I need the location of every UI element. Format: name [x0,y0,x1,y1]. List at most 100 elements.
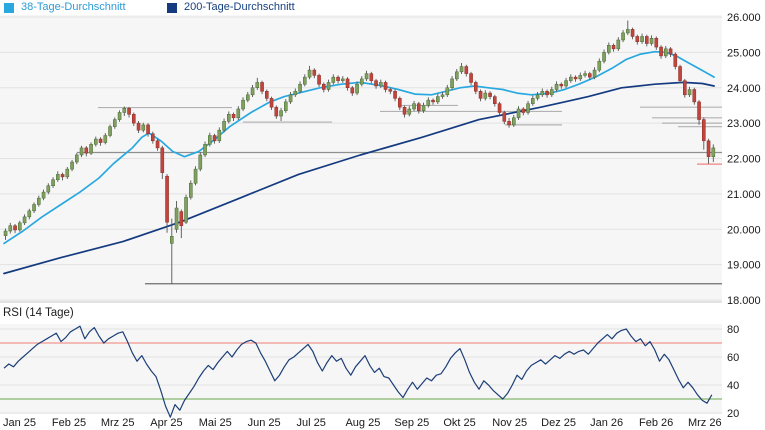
candle-body [227,114,230,121]
candle-body [104,136,107,143]
candle-body [194,169,197,183]
candle-body [679,67,682,81]
candle-body [322,84,325,89]
candle-body [284,102,287,111]
candle-body [389,90,392,92]
candle-body [650,38,653,43]
candle-body [531,98,534,103]
candle-body [9,226,12,231]
candle-body [479,91,482,98]
candle-body [683,81,686,95]
candle-body [707,141,710,157]
candle-body [23,217,26,223]
candle-body [460,67,463,72]
candle-body [536,95,539,99]
candle-body [341,79,344,81]
month-axis-label: Mrz 25 [101,417,135,429]
candle-body [52,180,55,186]
candle-body [503,113,506,122]
month-axis-label: Sep 25 [394,417,429,429]
candle-body [484,93,487,98]
candle-body [308,70,311,77]
candle-body [218,130,221,141]
candle-body [579,75,582,79]
candle-body [80,148,83,155]
candle-body [512,118,515,125]
candle-body [256,82,259,87]
candle-body [622,33,625,40]
candle-body [664,49,667,56]
candle-body [66,169,69,177]
candle-body [641,36,644,41]
candle-body [280,111,283,116]
candle-body [655,38,658,47]
candle-body [408,109,411,114]
candle-body [166,176,169,222]
month-axis-label: Apr 25 [150,417,182,429]
candle-body [550,90,553,95]
candle-body [693,90,696,102]
candle-body [712,148,715,157]
candle-body [370,74,373,81]
candle-body [626,29,629,33]
candle-body [493,97,496,104]
candle-body [546,91,549,95]
price-axis-label: 19.000 [727,260,761,272]
candle-body [417,104,420,111]
price-axis-label: 23.000 [727,118,761,130]
candle-body [109,127,112,136]
candle-body [470,74,473,83]
candle-body [90,144,93,153]
candle-body [427,100,430,105]
candle-body [413,104,416,109]
candle-body [185,197,188,222]
candle-body [223,121,226,130]
candle-body [541,91,544,95]
candle-body [446,88,449,95]
candle-body [204,144,207,155]
candle-body [61,174,64,176]
candle-body [522,109,525,113]
candle-body [237,109,240,118]
price-axis-label: 20.000 [727,224,761,236]
candle-body [113,120,116,127]
candle-body [584,74,587,76]
candle-body [132,114,135,123]
month-axis-label: Feb 25 [52,417,86,429]
candle-body [351,88,354,93]
candle-body [42,192,45,198]
month-axis-label: Mai 25 [199,417,232,429]
candle-body [517,109,520,118]
rsi-axis-label: 20 [727,408,739,420]
candle-body [28,211,31,217]
candle-body [85,148,88,153]
month-axis-label: Feb 26 [639,417,673,429]
candle-body [384,82,387,89]
candle-body [289,95,292,102]
candle-body [313,70,316,75]
candle-body [94,139,97,144]
candle-body [199,155,202,169]
candle-body [332,77,335,82]
candle-body [99,139,102,143]
candle-body [474,82,477,91]
candle-body [75,155,78,162]
candle-body [14,226,17,230]
rsi-axis-label: 40 [727,380,739,392]
candle-body [71,162,74,169]
candle-body [56,174,59,179]
month-axis-label: Nov 25 [492,417,527,429]
candle-body [702,120,705,141]
candle-body [698,102,701,120]
candle-body [607,45,610,52]
candle-body [175,208,178,229]
candle-body [327,82,330,89]
candle-body [436,97,439,102]
price-axis-label: 25.000 [727,47,761,59]
candle-body [4,231,7,236]
candle-body [213,136,216,141]
price-axis-label: 24.000 [727,83,761,95]
candle-body [318,75,321,84]
candle-body [170,236,173,243]
candle-body [337,77,340,81]
